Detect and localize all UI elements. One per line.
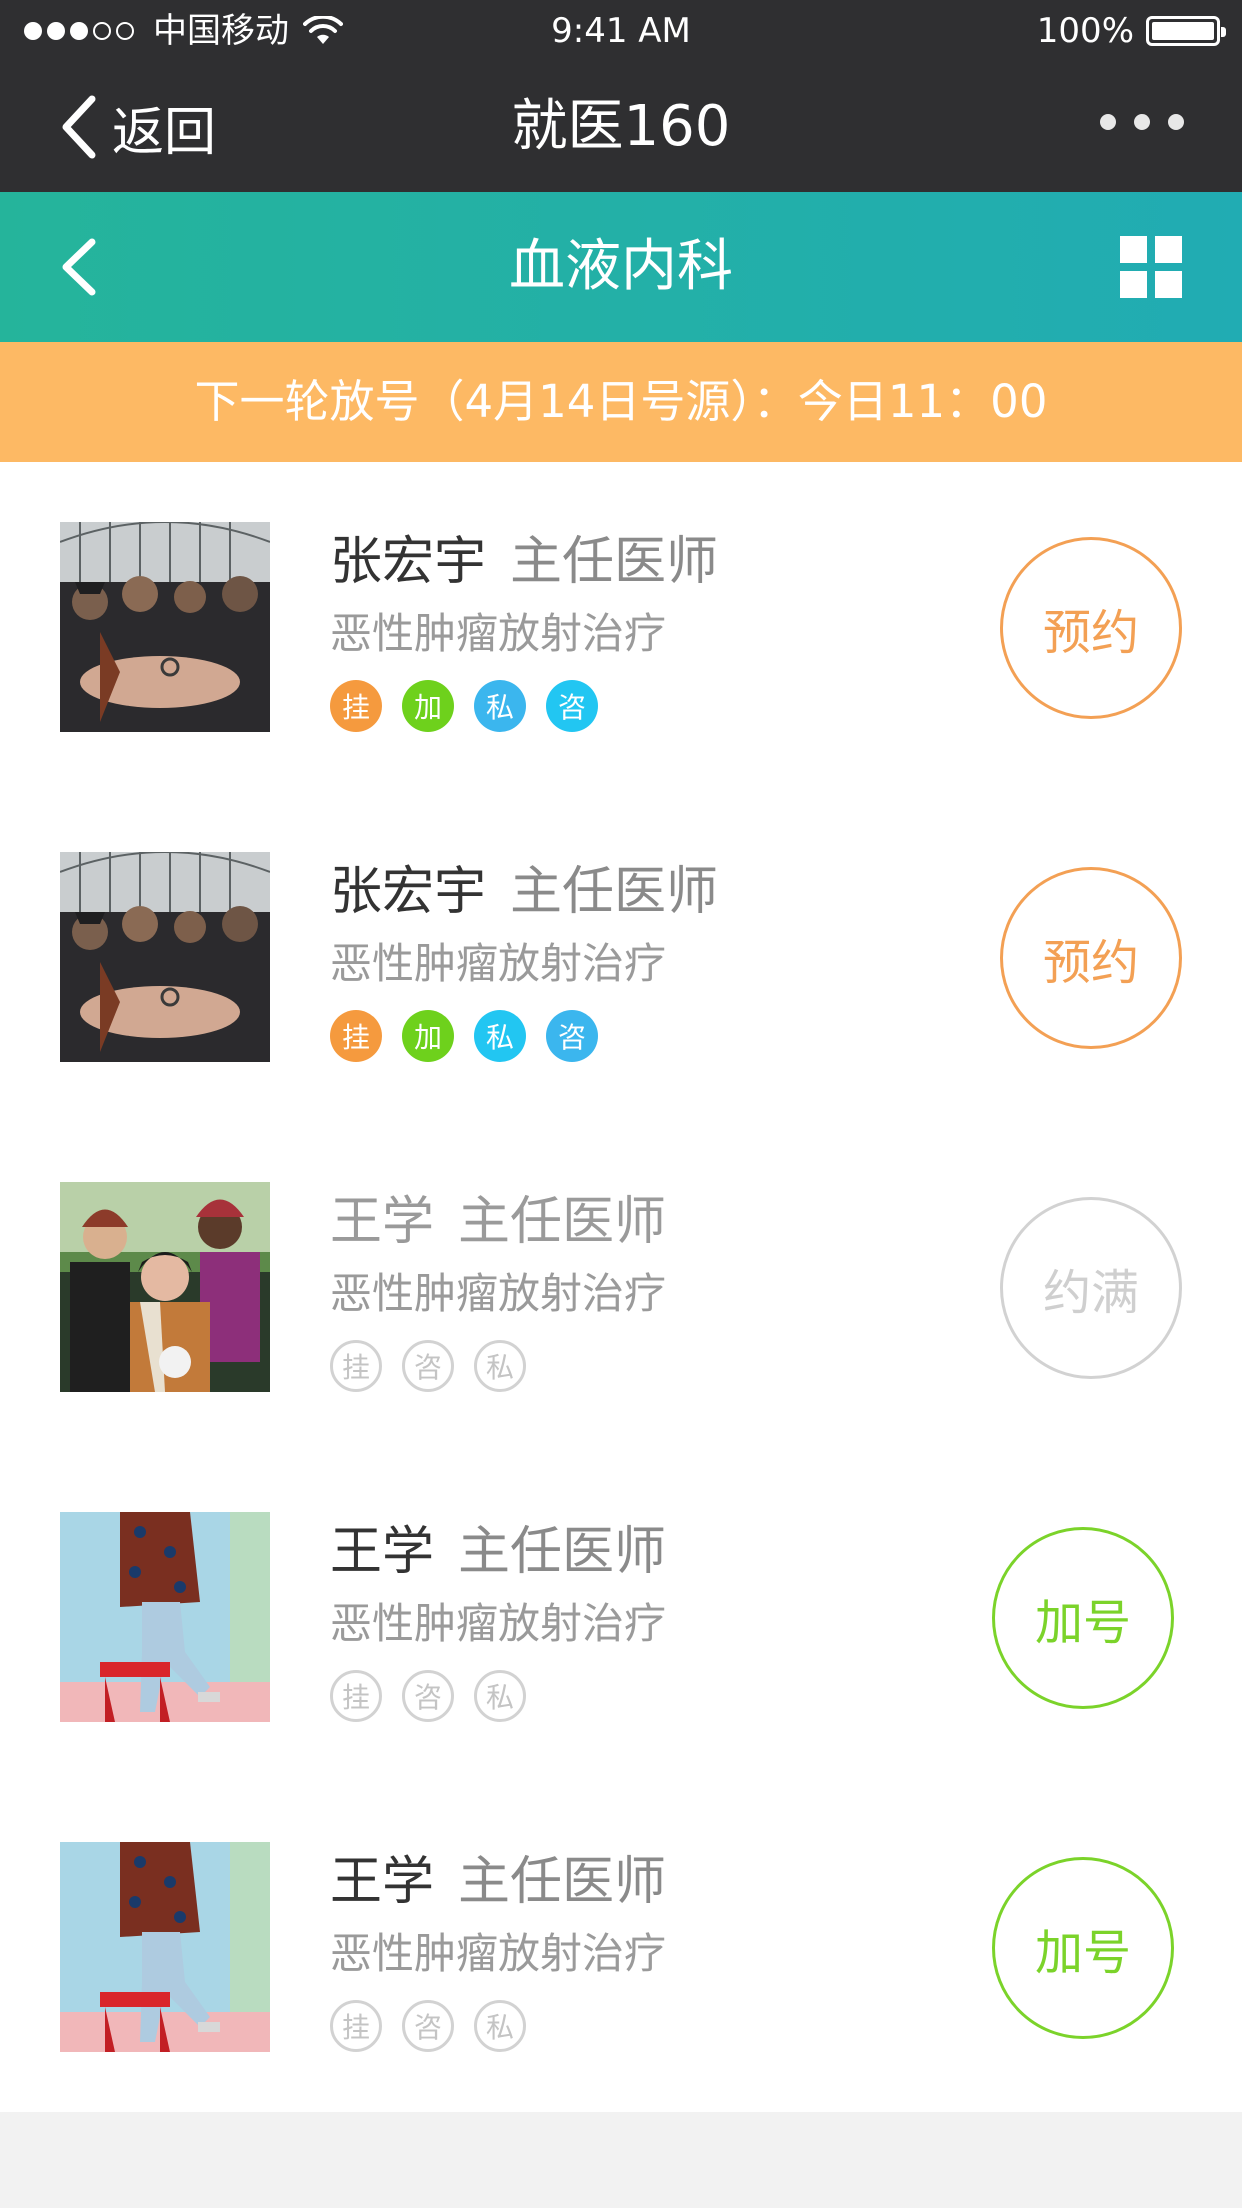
book-button[interactable]: 预约 [1000, 537, 1182, 719]
doctor-name: 王学 [330, 1192, 435, 1252]
tag-private: 私 [474, 1340, 526, 1392]
doctor-row[interactable]: 王学 主任医师 恶性肿瘤放射治疗 挂 咨 私 加号 [0, 1452, 1242, 1782]
tag-register: 挂 [330, 680, 382, 732]
battery-icon [1146, 16, 1226, 46]
tag-add: 加 [402, 1010, 454, 1062]
tag-register: 挂 [330, 1010, 382, 1062]
tag-add: 加 [402, 680, 454, 732]
more-dots-icon[interactable] [1082, 114, 1184, 130]
department-title: 血液内科 [509, 234, 733, 299]
service-tags: 挂 加 私 咨 [330, 680, 618, 732]
doctor-specialty: 恶性肿瘤放射治疗 [330, 1599, 667, 1648]
status-bar: 中国移动 9:41 AM 100% [0, 0, 1242, 62]
doctor-name: 王学 [330, 1522, 435, 1582]
service-tags: 挂 加 私 咨 [330, 1010, 618, 1062]
doctor-avatar [60, 522, 270, 732]
tag-consult: 咨 [402, 2000, 454, 2052]
tag-register: 挂 [330, 2000, 382, 2052]
app-title: 就医160 [511, 94, 731, 159]
fully-booked-button[interactable]: 约满 [1000, 1197, 1182, 1379]
battery-percent: 100% [1036, 11, 1134, 51]
doctor-row[interactable]: 张宏宇 主任医师 恶性肿瘤放射治疗 挂 加 私 咨 预约 [0, 792, 1242, 1122]
tag-register: 挂 [330, 1670, 382, 1722]
tag-private: 私 [474, 2000, 526, 2052]
nav-bar: 返回 就医160 [0, 62, 1242, 192]
doctor-name: 张宏宇 [330, 532, 487, 592]
tag-consult: 咨 [402, 1670, 454, 1722]
book-button[interactable]: 预约 [1000, 867, 1182, 1049]
doctor-name: 张宏宇 [330, 862, 487, 922]
doctor-avatar [60, 1512, 270, 1722]
tag-consult: 咨 [402, 1340, 454, 1392]
release-notice: 下一轮放号（4月14日号源）：今日11：00 [0, 342, 1242, 462]
doctor-name-line: 王学 主任医师 [330, 1842, 666, 1922]
doctor-rank: 主任医师 [458, 1852, 667, 1912]
grid-icon[interactable] [1120, 236, 1182, 298]
doctor-row[interactable]: 张宏宇 主任医师 恶性肿瘤放射治疗 挂 加 私 咨 预约 [0, 462, 1242, 792]
doctor-rank: 主任医师 [510, 862, 719, 922]
doctor-specialty: 恶性肿瘤放射治疗 [330, 609, 667, 658]
tag-consult: 咨 [546, 1010, 598, 1062]
doctor-rank: 主任医师 [458, 1522, 667, 1582]
service-tags: 挂 咨 私 [330, 2000, 546, 2052]
add-appointment-button[interactable]: 加号 [992, 1527, 1174, 1709]
doctor-avatar [60, 1842, 270, 2052]
doctor-specialty: 恶性肿瘤放射治疗 [330, 939, 667, 988]
doctor-specialty: 恶性肿瘤放射治疗 [330, 1929, 667, 1978]
doctor-avatar [60, 852, 270, 1062]
doctor-name-line: 张宏宇 主任医师 [330, 522, 718, 602]
doctor-row[interactable]: 王学 主任医师 恶性肿瘤放射治疗 挂 咨 私 约满 [0, 1122, 1242, 1452]
tag-private: 私 [474, 1010, 526, 1062]
service-tags: 挂 咨 私 [330, 1670, 546, 1722]
doctor-name-line: 王学 主任医师 [330, 1182, 666, 1262]
tag-private: 私 [474, 680, 526, 732]
tag-register: 挂 [330, 1340, 382, 1392]
doctor-name-line: 王学 主任医师 [330, 1512, 666, 1592]
tag-consult: 咨 [546, 680, 598, 732]
doctor-name: 王学 [330, 1852, 435, 1912]
doctor-rank: 主任医师 [510, 532, 719, 592]
doctor-avatar [60, 1182, 270, 1392]
doctor-specialty: 恶性肿瘤放射治疗 [330, 1269, 667, 1318]
add-appointment-button[interactable]: 加号 [992, 1857, 1174, 2039]
doctor-name-line: 张宏宇 主任医师 [330, 852, 718, 932]
top-bar: 中国移动 9:41 AM 100% 返回 就医160 [0, 0, 1242, 192]
tag-private: 私 [474, 1670, 526, 1722]
doctor-rank: 主任医师 [458, 1192, 667, 1252]
doctor-list: 张宏宇 主任医师 恶性肿瘤放射治疗 挂 加 私 咨 预约 张宏宇 主任医师 恶性… [0, 462, 1242, 2112]
doctor-row[interactable]: 王学 主任医师 恶性肿瘤放射治疗 挂 咨 私 加号 [0, 1782, 1242, 2112]
service-tags: 挂 咨 私 [330, 1340, 546, 1392]
department-header: 血液内科 [0, 192, 1242, 342]
